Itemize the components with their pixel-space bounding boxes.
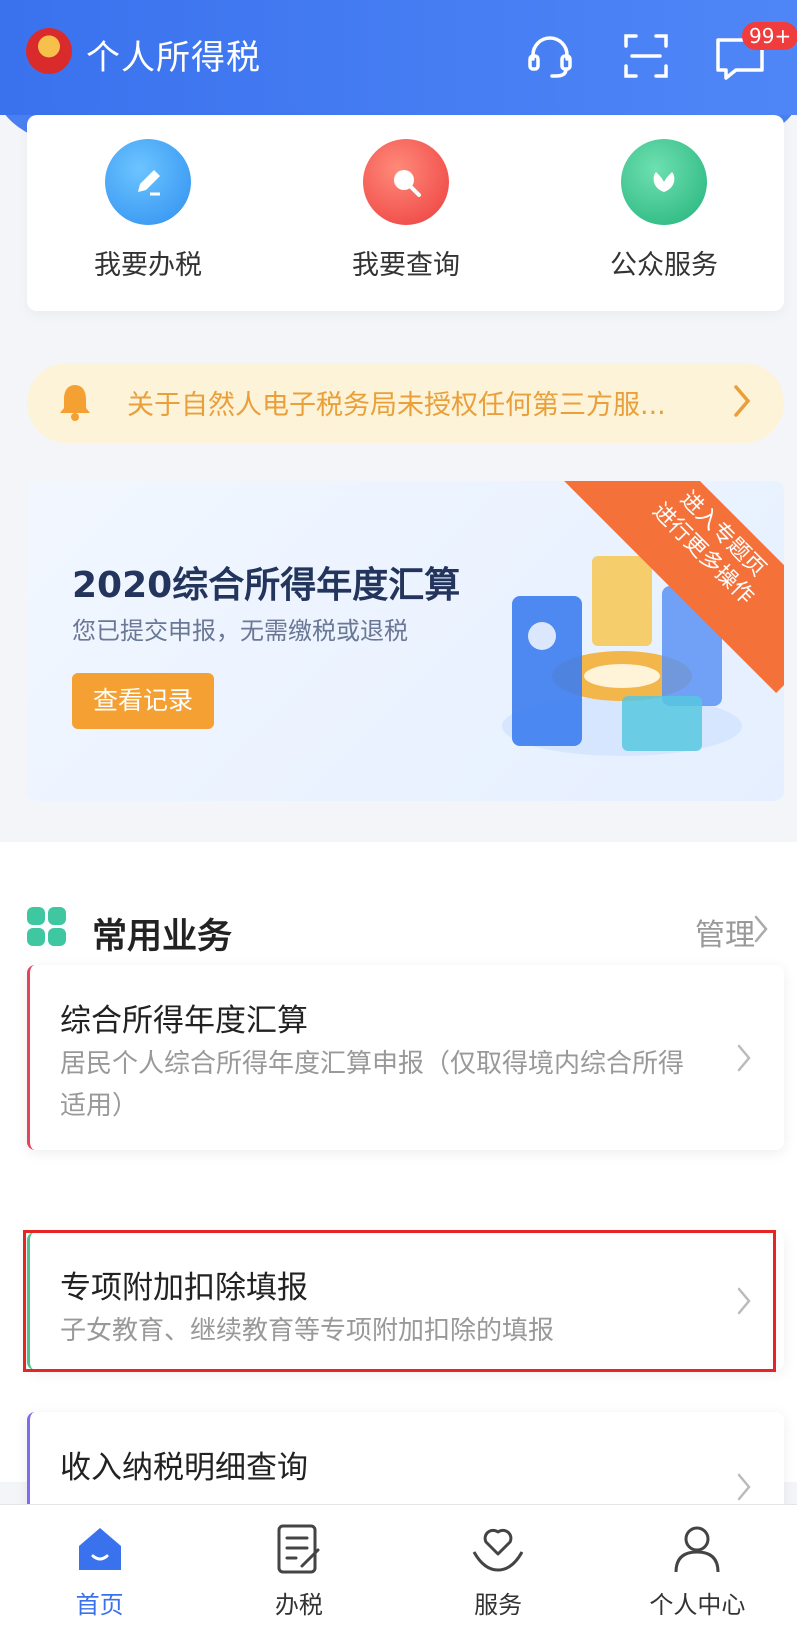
quick-actions-card: 我要办税 我要查询 公众服务	[27, 115, 784, 311]
annual-settlement-banner[interactable]: 2020综合所得年度汇算 您已提交申报，无需缴税或退税 查看记录 进入专题页 进…	[27, 481, 784, 801]
business-item-title: 综合所得年度汇算	[60, 1003, 308, 1039]
manage-link[interactable]: 管理	[695, 910, 755, 954]
heart-hand-icon	[468, 1519, 528, 1579]
message-count-badge: 99+	[742, 22, 797, 50]
quick-action-public-service[interactable]: 公众服务	[584, 139, 744, 282]
tab-personal-center[interactable]: 个人中心	[598, 1505, 797, 1628]
tab-label: 首页	[75, 1591, 124, 1619]
notice-bar[interactable]: 关于自然人电子税务局未授权任何第三方服...	[27, 363, 784, 443]
tab-label: 办税	[274, 1591, 323, 1619]
chevron-right-icon	[753, 914, 769, 948]
clover-icon	[27, 907, 67, 947]
chevron-right-icon	[736, 1286, 752, 1320]
document-icon	[269, 1519, 329, 1579]
headset-icon[interactable]	[522, 28, 578, 84]
search-icon	[363, 139, 449, 225]
bottom-tab-bar: 首页 办税 服务 个人中心	[0, 1504, 797, 1628]
view-records-button[interactable]: 查看记录	[72, 673, 214, 729]
tab-home[interactable]: 首页	[0, 1505, 199, 1628]
tab-label: 服务	[474, 1591, 523, 1619]
tab-service[interactable]: 服务	[399, 1505, 598, 1628]
business-item-special-deduction[interactable]: 专项附加扣除填报 子女教育、继续教育等专项附加扣除的填报	[27, 1232, 784, 1370]
pen-icon	[105, 139, 191, 225]
quick-action-label: 我要办税	[94, 250, 202, 281]
section-title: 常用业务	[92, 917, 233, 957]
banner-subtitle: 您已提交申报，无需缴税或退税	[72, 617, 408, 645]
app-header: 个人所得税 99+	[0, 0, 797, 115]
business-item-annual-settlement[interactable]: 综合所得年度汇算 居民个人综合所得年度汇算申报（仅取得境内综合所得适用）	[27, 965, 784, 1150]
chevron-right-icon	[736, 1472, 752, 1506]
chevron-right-icon	[732, 383, 752, 423]
business-item-desc: 子女教育、继续教育等专项附加扣除的填报	[60, 1316, 555, 1346]
tax-emblem-icon	[26, 28, 72, 74]
bell-icon	[57, 381, 93, 425]
home-icon	[70, 1519, 130, 1579]
quick-action-label: 公众服务	[610, 250, 718, 281]
tab-label: 个人中心	[649, 1591, 746, 1619]
leaf-icon	[621, 139, 707, 225]
quick-action-query[interactable]: 我要查询	[326, 139, 486, 282]
chevron-right-icon	[736, 1043, 752, 1077]
common-business-section: 常用业务 管理	[0, 842, 797, 1482]
app-title: 个人所得税	[86, 38, 261, 78]
quick-action-tax[interactable]: 我要办税	[68, 139, 228, 282]
quick-action-label: 我要查询	[352, 250, 460, 281]
business-item-title: 收入纳税明细查询	[60, 1450, 308, 1486]
banner-title: 2020综合所得年度汇算	[72, 565, 461, 606]
business-item-desc: 居民个人综合所得年度汇算申报（仅取得境内综合所得适用）	[60, 1049, 685, 1121]
business-item-title: 专项附加扣除填报	[60, 1270, 308, 1306]
tab-tax[interactable]: 办税	[199, 1505, 398, 1628]
scan-icon[interactable]	[618, 28, 674, 84]
notice-text: 关于自然人电子税务局未授权任何第三方服...	[127, 390, 666, 421]
person-icon	[667, 1519, 727, 1579]
